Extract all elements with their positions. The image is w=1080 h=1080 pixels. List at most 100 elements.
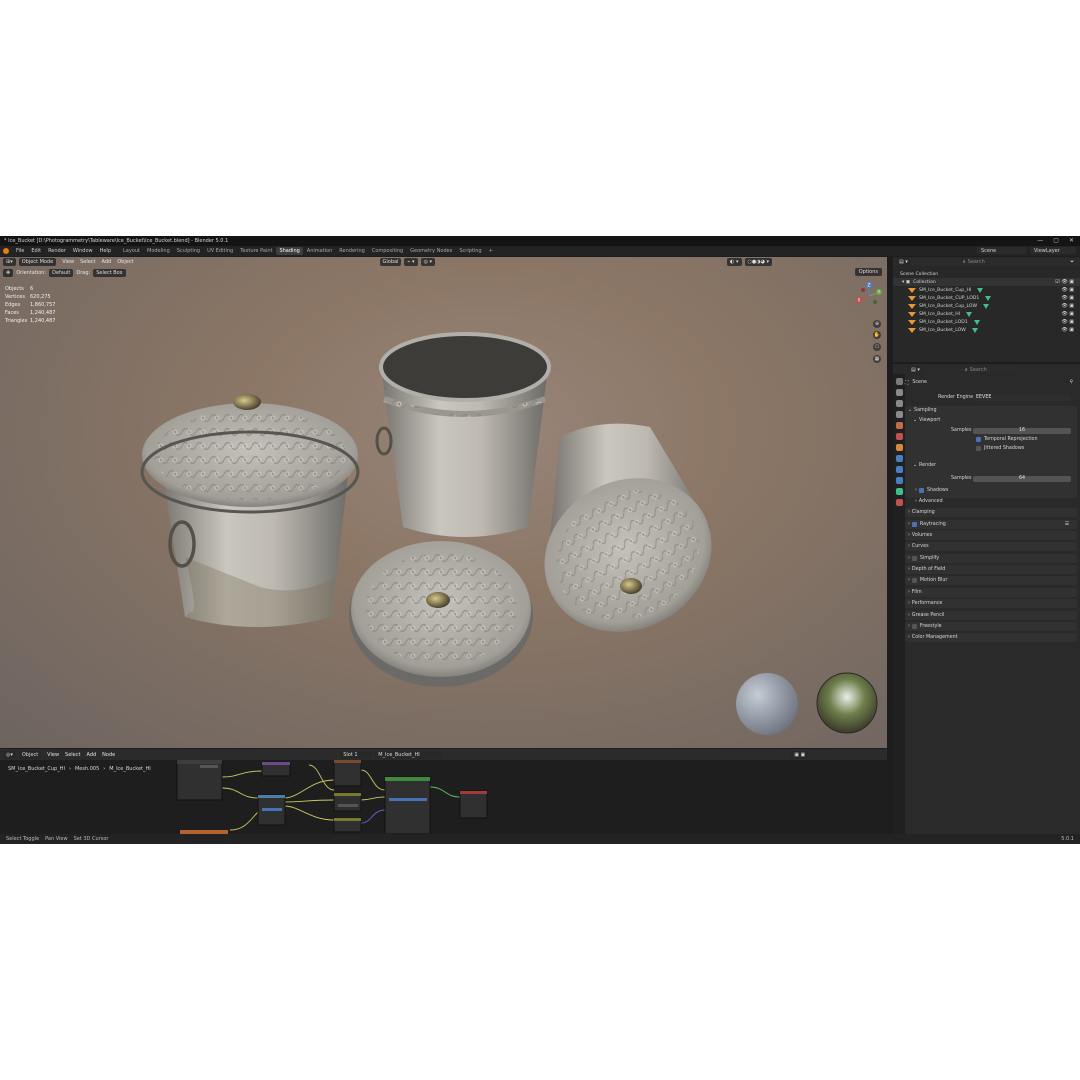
node-overlay-button[interactable]: ▣ ▣ xyxy=(791,750,809,759)
panel-volumes[interactable]: › Volumes xyxy=(905,531,1077,540)
properties-search[interactable]: ⌕ Search xyxy=(960,366,1019,373)
tool-tab-icon[interactable] xyxy=(895,378,903,385)
render-subpanel-header[interactable]: ⌄ Render xyxy=(905,461,1077,470)
temporal-reprojection-row[interactable]: Temporal Reprojection xyxy=(905,435,1077,444)
panel-film[interactable]: › Film xyxy=(905,588,1077,597)
properties-editor-type[interactable]: ▤ ▾ xyxy=(908,365,923,374)
editor-type-button[interactable]: ⊞▾ xyxy=(3,258,16,266)
tab-animation[interactable]: Animation xyxy=(304,247,336,255)
node-editor-type-button[interactable]: ◎▾ xyxy=(3,750,16,759)
tab-geometry-nodes[interactable]: Geometry Nodes xyxy=(407,247,455,255)
shadows-checkbox[interactable] xyxy=(918,488,924,493)
view-layer-tab-icon[interactable] xyxy=(895,411,903,418)
menu-help[interactable]: Help xyxy=(100,248,111,254)
object-tab-icon[interactable] xyxy=(895,444,903,451)
navigation-gizmo[interactable]: Z Y X xyxy=(855,282,883,310)
menu-window[interactable]: Window xyxy=(73,248,93,254)
tab-compositing[interactable]: Compositing xyxy=(369,247,406,255)
panel-curves[interactable]: › Curves xyxy=(905,542,1077,551)
tab-layout[interactable]: Layout xyxy=(120,247,143,255)
shader-node-editor[interactable]: ◎▾ Object View Select Add Node Slot 1 M_… xyxy=(0,749,887,834)
jittered-shadows-checkbox[interactable] xyxy=(976,446,981,451)
ice-bucket-tipped[interactable] xyxy=(517,423,738,661)
node-menu-add[interactable]: Add xyxy=(86,752,96,758)
panel-depth-of-field[interactable]: › Depth of Field xyxy=(905,565,1077,574)
collection-row[interactable]: ▾ ▣ Collection ☑ 👁 ▣ xyxy=(893,278,1080,286)
menu-edit[interactable]: Edit xyxy=(31,248,41,254)
panel-freestyle[interactable]: › Freestyle xyxy=(905,622,1077,631)
node-material-output[interactable] xyxy=(459,790,488,819)
temporal-reprojection-checkbox[interactable] xyxy=(976,437,981,442)
menu-view[interactable]: View xyxy=(62,259,74,265)
tab-texture-paint[interactable]: Texture Paint xyxy=(237,247,275,255)
output-tab-icon[interactable] xyxy=(895,400,903,407)
pan-hand-icon[interactable]: ✋ xyxy=(873,331,881,339)
options-button[interactable]: Options xyxy=(854,268,882,276)
node-principled-bsdf[interactable] xyxy=(384,776,431,834)
zoom-icon[interactable]: ⊕ xyxy=(873,320,881,328)
menu-file[interactable]: File xyxy=(16,248,24,254)
blender-logo-icon[interactable] xyxy=(3,248,9,254)
panel-color-management[interactable]: › Color Management xyxy=(905,633,1077,642)
scene-selector[interactable]: Scene xyxy=(977,247,1027,254)
ice-bucket-lid[interactable] xyxy=(349,541,533,687)
slot-selector[interactable]: Slot 1 xyxy=(340,750,373,759)
shading-modes[interactable]: ○●◑◕ ▾ xyxy=(744,258,773,266)
node-image-roughness[interactable] xyxy=(333,792,362,812)
menu-render[interactable]: Render xyxy=(48,248,66,254)
node-menu-view[interactable]: View xyxy=(47,752,59,758)
mode-selector[interactable]: Object Mode xyxy=(18,258,57,266)
outliner-display-mode[interactable]: ▤ ▾ xyxy=(896,258,911,266)
menu-select[interactable]: Select xyxy=(80,259,95,265)
panel-clamping[interactable]: › Clamping xyxy=(905,508,1077,517)
viewport-samples-field[interactable]: 16 xyxy=(973,427,1071,434)
panel-motion-blur[interactable]: › Motion Blur xyxy=(905,576,1077,585)
material-selector[interactable]: M_Ice_Bucket_HI xyxy=(375,750,442,759)
scene-tab-icon[interactable] xyxy=(895,422,903,429)
outliner-item[interactable]: SM_Ice_Bucket_CUP_LOD1 👁 ▣ xyxy=(893,294,1080,302)
close-button[interactable]: ✕ xyxy=(1069,237,1074,244)
transform-icon[interactable]: ✥ xyxy=(3,269,14,277)
panel-simplify[interactable]: › Simplify xyxy=(905,554,1077,563)
outliner-item[interactable]: SM_Ice_Bucket_LOD1 👁 ▣ xyxy=(893,318,1080,326)
filter-icon[interactable]: ⏷ xyxy=(1070,259,1074,265)
maximize-button[interactable]: ▢ xyxy=(1053,237,1059,244)
world-tab-icon[interactable] xyxy=(895,433,903,440)
overlays-button[interactable]: ◐ ▾ xyxy=(727,258,742,266)
node-menu-select[interactable]: Select xyxy=(65,752,80,758)
proportional-edit-button[interactable]: ◎ ▾ xyxy=(420,258,436,266)
3d-viewport[interactable]: ⊞▾ Object Mode View Select Add Object Gl… xyxy=(0,257,887,748)
jittered-shadows-row[interactable]: Jittered Shadows xyxy=(905,444,1077,453)
render-tab-icon[interactable] xyxy=(895,389,903,396)
node-mapping[interactable] xyxy=(257,794,286,826)
outliner-item[interactable]: SM_Ice_Bucket_Cup_HI 👁 ▣ xyxy=(893,286,1080,294)
sampling-header[interactable]: ⌄ Sampling xyxy=(905,406,1077,415)
tab-sculpting[interactable]: Sculpting xyxy=(174,247,203,255)
ice-bucket-cup-open[interactable] xyxy=(375,332,551,537)
physics-tab-icon[interactable] xyxy=(895,477,903,484)
panel-grease-pencil[interactable]: › Grease Pencil xyxy=(905,611,1077,620)
node-texture-coordinate[interactable] xyxy=(261,761,291,777)
transform-orientation[interactable]: Global xyxy=(379,258,402,266)
panel-performance[interactable]: › Performance xyxy=(905,599,1077,608)
preset-icon[interactable]: ☰ xyxy=(1065,522,1069,527)
tab-scripting[interactable]: Scripting xyxy=(456,247,484,255)
viewlayer-selector[interactable]: ViewLayer xyxy=(1030,247,1076,254)
menu-add[interactable]: Add xyxy=(102,259,112,265)
shader-type-selector[interactable]: Object xyxy=(18,750,42,759)
node-menu-node[interactable]: Node xyxy=(102,752,115,758)
panel-raytracing[interactable]: › Raytracing ☰ xyxy=(905,520,1077,529)
outliner-item[interactable]: SM_Ice_Bucket_Cup_LOW 👁 ▣ xyxy=(893,302,1080,310)
modifier-tab-icon[interactable] xyxy=(895,455,903,462)
add-workspace-button[interactable]: + xyxy=(486,247,496,255)
material-tab-icon[interactable] xyxy=(895,499,903,506)
ice-bucket-left[interactable] xyxy=(140,394,360,627)
menu-object[interactable]: Object xyxy=(117,259,133,265)
node-image-normal[interactable] xyxy=(333,817,362,833)
tab-rendering[interactable]: Rendering xyxy=(336,247,368,255)
shadows-row[interactable]: › Shadows xyxy=(905,486,1077,495)
drag-selector[interactable]: Select Box xyxy=(93,269,126,277)
advanced-row[interactable]: › Advanced xyxy=(905,497,1077,506)
snap-button[interactable]: ⌁ ▾ xyxy=(404,258,418,266)
tab-shading[interactable]: Shading xyxy=(276,247,303,255)
